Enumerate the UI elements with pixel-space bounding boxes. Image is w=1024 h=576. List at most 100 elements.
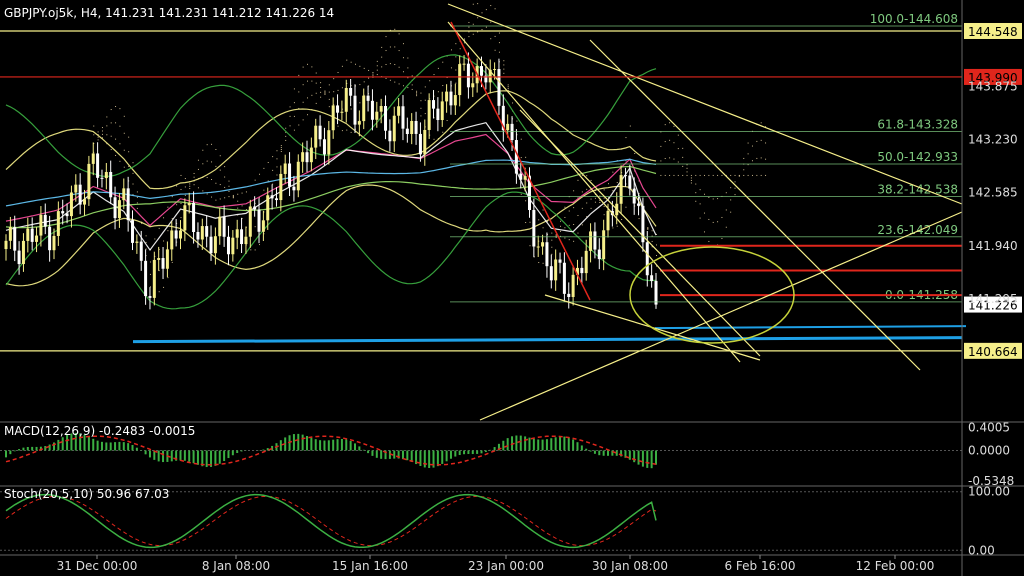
cloud-dot	[171, 261, 173, 263]
cloud-dot	[751, 174, 753, 176]
cloud-dot	[298, 124, 300, 126]
cloud-dot	[307, 114, 309, 116]
candle-body	[397, 106, 401, 116]
price-axis-tick: 141.295	[968, 292, 1018, 306]
cloud-dot	[765, 158, 767, 160]
cloud-dot	[293, 129, 295, 131]
cloud-dot	[280, 150, 282, 152]
cloud-dot	[315, 72, 317, 74]
cloud-dot	[237, 193, 239, 195]
cloud-dot	[525, 156, 527, 158]
cloud-dot	[725, 226, 727, 228]
cloud-dot	[158, 227, 160, 229]
fib-level-label: 61.8-143.328	[877, 117, 958, 131]
cloud-dot	[673, 174, 675, 176]
fib-level-label: 100.0-144.608	[870, 12, 958, 26]
cloud-dot	[503, 60, 505, 62]
candle-body	[196, 232, 200, 240]
candle-body	[113, 197, 117, 219]
cloud-dot	[730, 211, 732, 213]
cloud-dot	[538, 219, 540, 221]
cloud-dot	[577, 215, 579, 217]
candle-body	[405, 128, 409, 135]
candle-body	[449, 91, 453, 106]
cloud-dot	[171, 196, 173, 198]
cloud-dot	[328, 91, 330, 93]
cloud-dot	[660, 145, 662, 147]
cloud-dot	[163, 286, 165, 288]
cloud-dot	[760, 122, 762, 124]
cloud-dot	[368, 77, 370, 79]
cloud-dot	[669, 139, 671, 141]
cloud-dot	[197, 187, 199, 189]
candle-body	[183, 205, 187, 231]
cloud-dot	[603, 214, 605, 216]
cloud-dot	[407, 87, 409, 89]
cloud-dot	[289, 106, 291, 108]
candle-body	[170, 230, 174, 250]
cloud-dot	[110, 109, 112, 111]
cloud-dot	[703, 231, 705, 233]
cloud-dot	[629, 125, 631, 127]
cloud-dot	[228, 180, 230, 182]
cloud-dot	[446, 120, 448, 122]
cloud-dot	[756, 157, 758, 159]
cloud-dot	[420, 92, 422, 94]
cloud-dot	[402, 71, 404, 73]
candle-body	[174, 230, 178, 239]
cloud-dot	[219, 198, 221, 200]
cloud-dot	[424, 113, 426, 115]
cloud-dot	[568, 210, 570, 212]
cloud-dot	[154, 238, 156, 240]
candle-body	[200, 226, 204, 240]
cloud-dot	[472, 23, 474, 25]
cloud-dot	[219, 184, 221, 186]
cloud-dot	[385, 50, 387, 52]
cloud-dot	[293, 102, 295, 104]
cloud-dot	[298, 91, 300, 93]
cloud-dot	[93, 134, 95, 136]
cloud-dot	[167, 206, 169, 208]
cloud-dot	[485, 26, 487, 28]
cloud-dot	[97, 136, 99, 138]
cloud-dot	[616, 225, 618, 227]
candle-body	[471, 83, 475, 88]
cloud-dot	[686, 171, 688, 173]
cloud-dot	[472, 33, 474, 35]
cloud-dot	[394, 46, 396, 48]
cloud-dot	[302, 119, 304, 121]
candle-body	[261, 220, 265, 232]
candle-body	[96, 153, 100, 178]
candle-body	[623, 175, 627, 177]
fib-level-label: 50.0-142.933	[877, 150, 958, 164]
time-axis-tick: 23 Jan 00:00	[468, 559, 544, 573]
cloud-dot	[307, 63, 309, 65]
cloud-dot	[664, 174, 666, 176]
candle-body	[628, 175, 632, 189]
cloud-dot	[516, 120, 518, 122]
cloud-dot	[568, 224, 570, 226]
candle-body	[654, 280, 658, 305]
cloud-dot	[542, 209, 544, 211]
candle-body	[301, 152, 305, 162]
candle-body	[35, 235, 39, 242]
cloud-dot	[743, 157, 745, 159]
cloud-dot	[612, 227, 614, 229]
candle-body	[362, 95, 366, 122]
cloud-dot	[254, 249, 256, 251]
cloud-dot	[115, 154, 117, 156]
cloud-dot	[760, 157, 762, 159]
cloud-dot	[690, 179, 692, 181]
cloud-dot	[498, 42, 500, 44]
cloud-dot	[603, 205, 605, 207]
forex-chart[interactable]: 100.0-144.608 61.8-143.328 50.0-142.933 38.…	[0, 0, 1024, 576]
cloud-dot	[468, 26, 470, 28]
cloud-dot	[119, 143, 121, 145]
cloud-dot	[647, 228, 649, 230]
cloud-dot	[320, 82, 322, 84]
cloud-dot	[407, 67, 409, 69]
cloud-dot	[429, 80, 431, 82]
cloud-dot	[416, 93, 418, 95]
cloud-dot	[734, 181, 736, 183]
cloud-dot	[586, 188, 588, 190]
